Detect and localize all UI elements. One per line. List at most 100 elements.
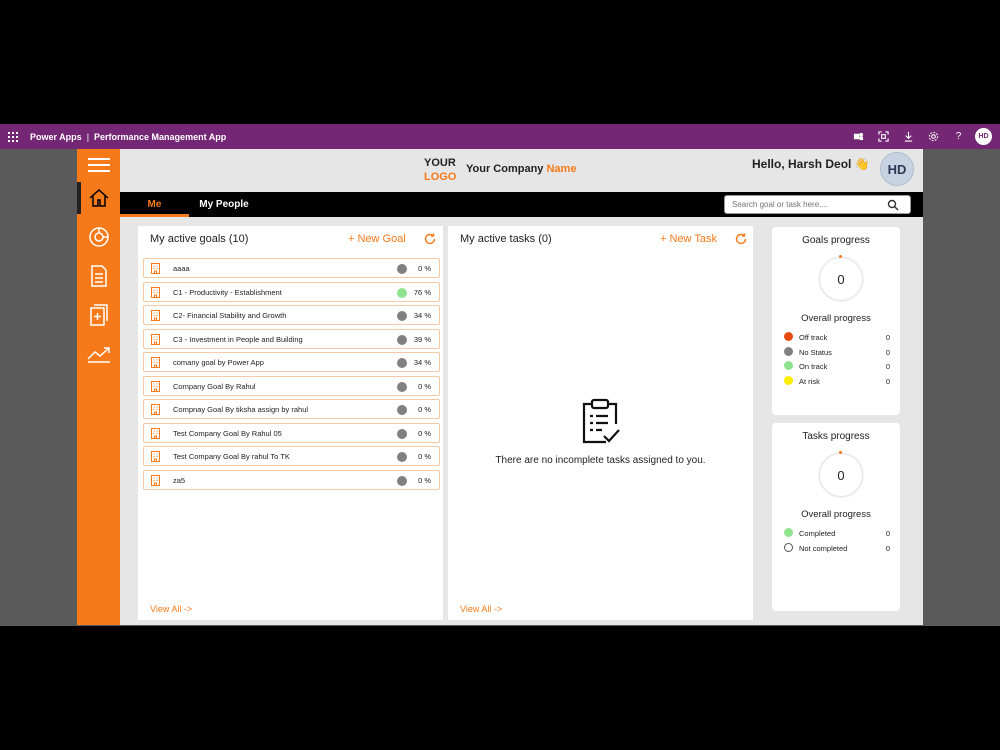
tasks-progress-title: Tasks progress (802, 431, 870, 442)
goal-percent: 0 % (418, 381, 431, 391)
tasks-card-title: My active tasks (0) (460, 233, 552, 245)
goal-percent: 34 % (413, 311, 431, 320)
legend-item: No Status 0 (784, 346, 890, 361)
building-icon (151, 451, 160, 462)
building-icon (151, 427, 160, 439)
building-icon (151, 380, 160, 392)
goal-percent: 76 % (413, 287, 431, 297)
legend-count: 0 (885, 543, 890, 553)
tasks-progress-card: Tasks progress 0 Overall progress Comple… (772, 423, 900, 611)
refresh-goals-icon[interactable] (423, 232, 437, 246)
goal-row[interactable]: C2- Financial Stability and Growth 34 % (143, 305, 440, 325)
active-goals-card: My active goals (10) + New Goal aaaa 0 % C… (138, 226, 443, 620)
legend-label: Off track (799, 333, 828, 342)
legend-label: Not completed (799, 543, 848, 553)
legend-count: 0 (885, 362, 890, 371)
new-goal-button[interactable]: + New Goal (348, 233, 406, 245)
legend-label: On track (799, 362, 828, 371)
tasks-progress-ring: 0 (819, 453, 863, 497)
tasks-overall-label: Overall progress (801, 509, 871, 520)
goal-name: Compnay Goal By tiksha assign by rahul (173, 405, 309, 414)
goals-status-legend: Off track 0 No Status 0 On track 0 At risk 0 (784, 331, 890, 390)
ring-indicator (839, 451, 842, 454)
goal-percent: 0 % (418, 428, 431, 438)
goal-status-dot (397, 287, 407, 298)
legend-item: Off track 0 (784, 331, 890, 346)
goal-status-dot (397, 381, 407, 392)
settings-icon[interactable] (921, 124, 946, 149)
goal-name: C3 - Investment in People and Building (173, 334, 303, 344)
clipboard-check-icon (582, 398, 620, 444)
goals-view-all-link[interactable]: View All -> (150, 604, 192, 614)
goals-overall-label: Overall progress (801, 313, 871, 324)
company-logo: YOUR LOGO (424, 157, 457, 183)
goal-row[interactable]: Test Company Goal By Rahul 05 0 % (143, 422, 440, 443)
goal-percent: 0 % (418, 475, 431, 485)
legend-count: 0 (885, 376, 890, 386)
dashboard-icon[interactable] (77, 221, 120, 253)
ring-indicator (839, 255, 842, 258)
legend-dot (784, 375, 793, 385)
goal-row[interactable]: Test Company Goal By rahul To TK 0 % (143, 446, 440, 466)
legend-item: At risk 0 (784, 375, 890, 390)
download-icon[interactable] (896, 124, 921, 149)
legend-label: At risk (799, 376, 820, 386)
goal-row[interactable]: aaaa 0 % (143, 258, 440, 278)
building-icon (151, 357, 160, 368)
hamburger-menu-icon[interactable] (88, 158, 110, 172)
app-name: Performance Management App (94, 131, 227, 142)
goal-name: C1 - Productivity - Establishment (173, 287, 282, 297)
add-document-icon[interactable] (77, 299, 120, 331)
goal-status-dot (397, 452, 407, 462)
title-separator: | (86, 131, 90, 142)
goal-row[interactable]: Compnay Goal By tiksha assign by rahul 0 … (143, 399, 440, 419)
teams-icon[interactable] (846, 124, 871, 149)
legend-count: 0 (885, 347, 890, 357)
powerapps-top-bar: Power Apps | Performance Management App … (0, 124, 1000, 149)
tab-my-people[interactable]: My People (189, 192, 259, 217)
goal-row[interactable]: Company Goal By Rahul 0 % (143, 375, 440, 396)
powerapps-brand[interactable]: Power Apps (30, 132, 82, 142)
app-launcher-icon[interactable] (8, 131, 18, 142)
user-avatar[interactable]: HD (880, 152, 914, 186)
goal-status-dot (397, 475, 407, 486)
goal-name: za5 (173, 475, 186, 485)
tasks-view-all-link[interactable]: View All -> (460, 604, 502, 614)
home-icon[interactable] (77, 182, 120, 214)
fit-screen-icon[interactable] (871, 124, 896, 149)
goal-row[interactable]: C3 - Investment in People and Building 39… (143, 328, 440, 349)
goals-progress-title: Goals progress (802, 235, 870, 246)
help-icon[interactable]: ? (946, 124, 971, 149)
app-frame: Power Apps | Performance Management App … (0, 124, 1000, 626)
refresh-tasks-icon[interactable] (734, 232, 748, 246)
no-tasks-message: There are no incomplete tasks assigned t… (495, 455, 706, 466)
goal-row[interactable]: za5 0 % (143, 469, 440, 490)
legend-item: Completed 0 (784, 527, 890, 542)
legend-dot (784, 332, 793, 341)
app-header: YOUR LOGO Your Company Name Hello, Harsh… (120, 149, 923, 192)
goal-status-dot (397, 334, 407, 345)
legend-item: Not completed 0 (784, 542, 890, 557)
goal-percent: 0 % (418, 405, 431, 414)
document-icon[interactable] (77, 260, 120, 292)
legend-dot (784, 542, 793, 552)
new-task-button[interactable]: + New Task (660, 233, 717, 245)
goal-percent: 0 % (418, 264, 431, 273)
goal-status-dot (397, 358, 407, 368)
goal-row[interactable]: comany goal by Power App 34 % (143, 352, 440, 372)
goal-row[interactable]: C1 - Productivity - Establishment 76 % (143, 281, 440, 302)
tab-me[interactable]: Me (120, 192, 189, 217)
tab-bar: Me My People (120, 192, 923, 217)
goal-percent: 39 % (413, 334, 431, 344)
legend-item: On track 0 (784, 360, 890, 375)
building-icon (151, 474, 160, 486)
trend-chart-icon[interactable] (77, 338, 120, 370)
goal-list: aaaa 0 % C1 - Productivity - Establishment… (143, 258, 440, 493)
building-icon (151, 286, 160, 298)
account-avatar[interactable]: HD (975, 128, 992, 145)
search-input[interactable] (724, 195, 911, 214)
search-icon[interactable] (887, 198, 915, 216)
goal-name: C2- Financial Stability and Growth (173, 311, 287, 320)
legend-dot (784, 528, 793, 537)
goal-percent: 0 % (418, 452, 431, 461)
